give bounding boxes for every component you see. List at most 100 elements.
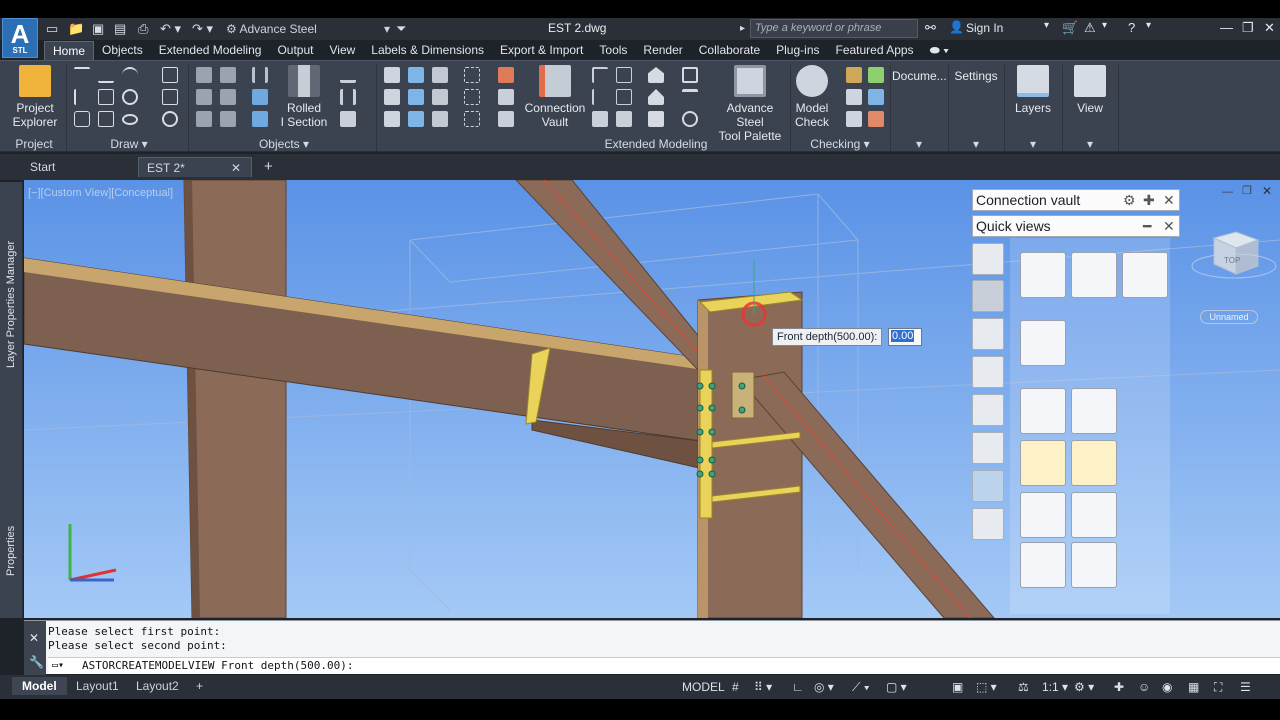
polar-icon[interactable]: ◎ ▾ xyxy=(814,678,834,696)
bracing-icon[interactable] xyxy=(220,111,236,127)
vault-side-button-frame[interactable] xyxy=(972,432,1004,464)
rolled-i-section-button[interactable]: Rolled I Section xyxy=(280,65,328,129)
save-icon[interactable]: ▣ xyxy=(92,20,104,38)
viewport-minimize-icon[interactable]: — xyxy=(1222,186,1233,198)
circle-brace-icon[interactable] xyxy=(682,111,698,127)
collision-icon[interactable] xyxy=(846,67,862,83)
quick-view-box-icon[interactable] xyxy=(1122,252,1168,298)
grid-icon[interactable] xyxy=(162,67,178,83)
tab-start[interactable]: Start xyxy=(22,157,132,177)
quick-view-base-icon[interactable] xyxy=(1020,542,1066,588)
portal-frame-icon[interactable] xyxy=(648,111,664,127)
polyline-icon[interactable] xyxy=(98,67,114,83)
check-icon[interactable] xyxy=(868,67,884,83)
circle-icon[interactable] xyxy=(122,89,138,105)
column-base-icon[interactable] xyxy=(682,89,698,105)
model-space-toggle[interactable]: MODEL xyxy=(682,678,725,696)
dynamic-input-field[interactable]: 0.00 xyxy=(888,328,922,346)
isodraft-icon[interactable]: ⟋ ▾ xyxy=(852,678,870,696)
restore-icon[interactable]: ❐ xyxy=(1242,20,1254,36)
layout-tab-layout1[interactable]: Layout1 xyxy=(66,677,129,695)
project-explorer-button[interactable]: Project Explorer xyxy=(10,65,60,129)
annotation-visibility-icon[interactable]: ⚖ xyxy=(1018,678,1029,696)
help-icon[interactable]: ? xyxy=(1128,20,1135,35)
workspace-switch-icon[interactable]: ⚙ ▾ xyxy=(1074,678,1094,696)
curved-beam-icon[interactable] xyxy=(196,89,212,105)
building-icon[interactable] xyxy=(648,89,664,105)
left-column[interactable] xyxy=(183,180,287,618)
grid-icon[interactable]: # xyxy=(732,678,739,696)
arc-icon[interactable] xyxy=(122,67,138,83)
no-entry-icon[interactable] xyxy=(162,111,178,127)
quick-view-yellow-plate-icon[interactable] xyxy=(1071,440,1117,486)
cart-icon[interactable]: 🛒 xyxy=(1062,20,1078,36)
vault-side-button-pencil[interactable] xyxy=(972,243,1004,275)
tab-objects[interactable]: Objects xyxy=(94,41,151,60)
folded-plate-icon[interactable] xyxy=(252,111,268,127)
expand-icon[interactable]: ✚ xyxy=(1143,190,1155,210)
audit-icon[interactable] xyxy=(846,89,862,105)
add-layout-button[interactable]: + xyxy=(186,677,213,695)
connection-icon[interactable] xyxy=(408,67,424,83)
viewport-close-icon[interactable]: ✕ xyxy=(1262,184,1272,198)
base-plate-icon[interactable] xyxy=(384,89,400,105)
view-button[interactable]: View xyxy=(1064,65,1116,115)
frame-icon[interactable] xyxy=(196,111,212,127)
pattern-icon[interactable] xyxy=(464,111,480,127)
object-snap-icon[interactable]: ▢ ▾ xyxy=(886,678,907,696)
command-input[interactable]: ▭▾ ASTORCREATEMODELVIEW Front depth(500.… xyxy=(48,657,1280,674)
cube-icon[interactable] xyxy=(384,67,400,83)
tab-extended-modeling[interactable]: Extended Modeling xyxy=(151,41,270,60)
hammer-icon[interactable] xyxy=(846,111,862,127)
vault-side-button-active[interactable] xyxy=(972,470,1004,502)
transparency-icon[interactable]: ▣ xyxy=(952,678,963,696)
gear-icon[interactable]: ⚙ xyxy=(1123,190,1136,210)
spline-icon[interactable] xyxy=(74,89,90,105)
units-icon[interactable]: ☺ xyxy=(1138,678,1150,696)
search-expand-icon[interactable]: ▸ xyxy=(740,20,745,38)
channel-icon[interactable] xyxy=(340,89,356,105)
stiffener-icon[interactable] xyxy=(432,111,448,127)
panel-settings-expand[interactable]: ▾ xyxy=(950,137,1002,151)
redo-icon[interactable]: ↷ ▾ xyxy=(192,20,213,38)
model-check-button[interactable]: Model Check xyxy=(792,65,832,129)
app-menu-button[interactable]: A STL xyxy=(2,18,38,58)
search-input[interactable]: Type a keyword or phrase xyxy=(750,19,918,38)
ribbon-toggle-icon[interactable]: ⬬ ▾ xyxy=(922,41,957,60)
quick-view-frame-icon[interactable] xyxy=(1020,388,1066,434)
pattern-icon[interactable] xyxy=(464,89,480,105)
panel-draw-title[interactable]: Draw ▾ xyxy=(70,137,188,151)
compound-beam-icon[interactable] xyxy=(220,89,236,105)
quick-view-profile-icon[interactable] xyxy=(1071,542,1117,588)
spiral-stair-icon[interactable] xyxy=(592,111,608,127)
weld-icon[interactable] xyxy=(498,67,514,83)
tab-render[interactable]: Render xyxy=(635,41,690,60)
line-icon[interactable] xyxy=(74,67,90,83)
customize-icon[interactable]: ☰ xyxy=(1240,678,1251,696)
clip-icon[interactable] xyxy=(384,111,400,127)
command-line-handle[interactable]: ✕ 🔧 xyxy=(24,621,46,675)
hardware-acceleration-icon[interactable]: ▦ xyxy=(1188,678,1199,696)
tab-drawing[interactable]: EST 2* ✕ xyxy=(138,157,252,177)
gusset-icon[interactable] xyxy=(408,111,424,127)
sign-in-button[interactable]: Sign In xyxy=(966,21,1003,35)
i-section-icon[interactable] xyxy=(252,67,268,83)
save-as-icon[interactable]: ▤ xyxy=(114,20,126,38)
selection-cycling-icon[interactable]: ⬚ ▾ xyxy=(976,678,997,696)
tab-tools[interactable]: Tools xyxy=(591,41,635,60)
qat-customize-icon[interactable]: ⏷ xyxy=(396,20,406,38)
panel-documents-expand[interactable]: ▾ xyxy=(892,137,946,151)
move-icon[interactable] xyxy=(162,89,178,105)
plate-icon[interactable] xyxy=(252,89,268,105)
vault-side-button-tools[interactable] xyxy=(972,280,1004,312)
connection-vault-button[interactable]: Connection Vault xyxy=(524,65,586,129)
clash-icon[interactable] xyxy=(868,111,884,127)
panel-layers-expand[interactable]: ▾ xyxy=(1006,137,1060,151)
close-icon[interactable]: ✕ xyxy=(1264,20,1275,36)
shear-stud-icon[interactable] xyxy=(498,111,514,127)
chevron-down-icon[interactable]: ▾ xyxy=(1044,20,1049,31)
settings-button[interactable]: Settings xyxy=(950,69,1002,83)
quick-view-yellow-block-icon[interactable] xyxy=(1020,440,1066,486)
layout-tab-layout2[interactable]: Layout2 xyxy=(126,677,189,695)
viewport-restore-icon[interactable]: ❐ xyxy=(1242,184,1252,197)
